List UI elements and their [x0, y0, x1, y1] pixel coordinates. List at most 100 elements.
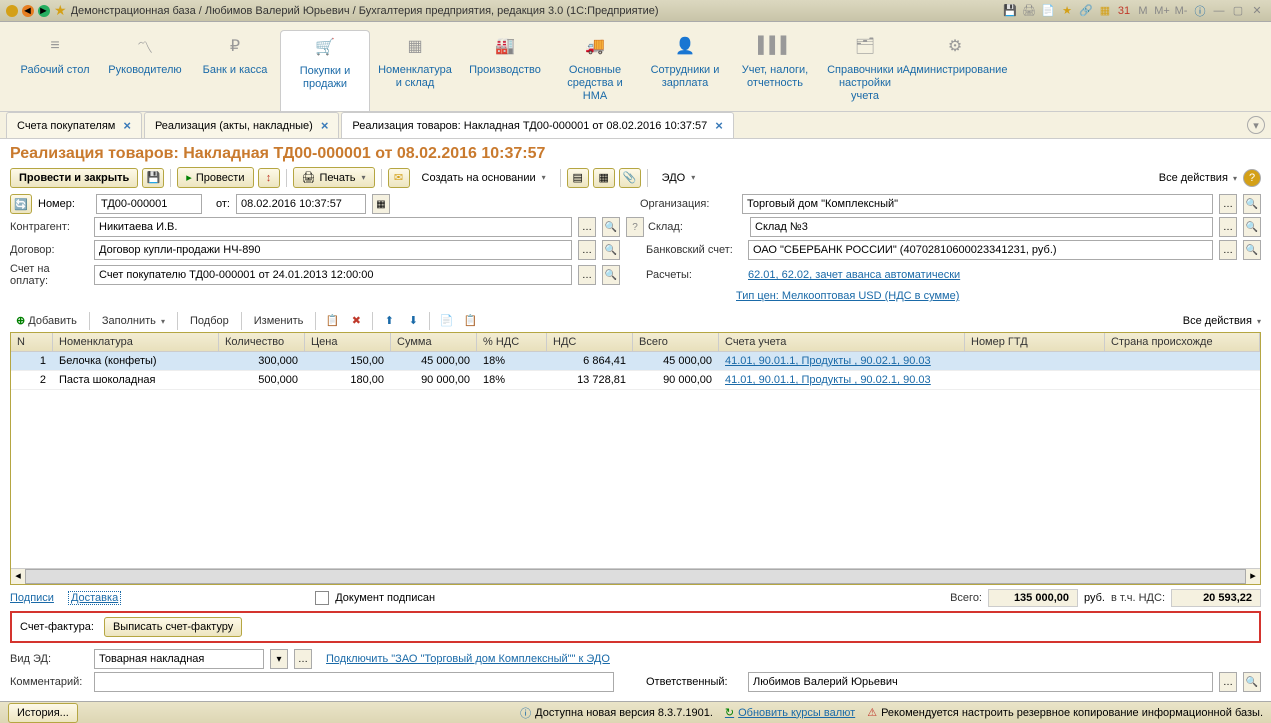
col-vatpct[interactable]: % НДС	[477, 333, 547, 351]
search-button[interactable]: 🔍	[602, 217, 620, 237]
calc-link[interactable]: 62.01, 62.02, зачет аванса автоматически	[748, 269, 960, 281]
report-button[interactable]: ▤	[567, 168, 589, 188]
refresh-button[interactable]: 🔄	[10, 194, 32, 214]
tab-close-icon[interactable]: ×	[321, 118, 329, 133]
resp-input[interactable]	[748, 672, 1213, 692]
move-down-button[interactable]: ⬇	[403, 312, 423, 330]
paste-button[interactable]: 📋	[460, 312, 480, 330]
save-button[interactable]: 💾	[142, 168, 164, 188]
dropdown-button[interactable]: ▾	[270, 649, 288, 669]
change-button[interactable]: Изменить	[248, 312, 310, 330]
nav-bank[interactable]: ₽Банк и касса	[190, 30, 280, 111]
select-button[interactable]: …	[1219, 240, 1237, 260]
nav-production[interactable]: 🏭Производство	[460, 30, 550, 111]
store-input[interactable]	[750, 217, 1213, 237]
grid-body[interactable]: 1 Белочка (конфеты) 300,000 150,00 45 00…	[11, 352, 1260, 568]
move-up-button[interactable]: ⬆	[379, 312, 399, 330]
doc-icon[interactable]: 📄	[1040, 3, 1056, 19]
dtct-button[interactable]: ↕	[258, 168, 280, 188]
comment-input[interactable]	[94, 672, 614, 692]
search-button[interactable]: 🔍	[602, 265, 620, 285]
minimize-icon[interactable]: —	[1211, 3, 1227, 19]
create-base-button[interactable]: Создать на основании▾	[414, 169, 554, 187]
back-icon[interactable]: ◄	[22, 5, 34, 17]
col-price[interactable]: Цена	[305, 333, 391, 351]
col-acc[interactable]: Счета учета	[719, 333, 965, 351]
nav-assets[interactable]: 🚚Основные средства и НМА	[550, 30, 640, 111]
star-icon[interactable]: ★	[1059, 3, 1075, 19]
nav-sales[interactable]: 🛒Покупки и продажи	[280, 30, 370, 111]
post-close-button[interactable]: Провести и закрыть	[10, 168, 138, 188]
history-button[interactable]: История...	[8, 703, 78, 723]
nav-desktop[interactable]: ≡Рабочий стол	[10, 30, 100, 111]
search-button[interactable]: 🔍	[1243, 672, 1261, 692]
date-input[interactable]	[236, 194, 366, 214]
calc-icon[interactable]: ▦	[1097, 3, 1113, 19]
select-button[interactable]: …	[294, 649, 312, 669]
maximize-icon[interactable]: ▢	[1230, 3, 1246, 19]
calendar-icon[interactable]: 31	[1116, 3, 1132, 19]
invoice-input[interactable]	[94, 265, 572, 285]
list-button[interactable]: ▦	[593, 168, 615, 188]
tab-2[interactable]: Реализация товаров: Накладная ТД00-00000…	[341, 112, 733, 138]
tab-close-icon[interactable]: ×	[123, 118, 131, 133]
all-actions-button[interactable]: Все действия ▾	[1183, 315, 1261, 327]
col-vat[interactable]: НДС	[547, 333, 633, 351]
select-button[interactable]: …	[1219, 194, 1237, 214]
ed-input[interactable]	[94, 649, 264, 669]
close-icon[interactable]: ✕	[1249, 3, 1265, 19]
nav-stock[interactable]: ▦Номенклатура и склад	[370, 30, 460, 111]
org-input[interactable]	[742, 194, 1213, 214]
search-button[interactable]: 🔍	[1243, 240, 1261, 260]
tabs-menu-icon[interactable]: ▾	[1247, 116, 1265, 134]
help-button[interactable]: ?	[626, 217, 644, 237]
signatures-link[interactable]: Подписи	[10, 592, 54, 604]
edo-connect-link[interactable]: Подключить "ЗАО "Торговый дом Комплексны…	[326, 653, 610, 665]
info-icon[interactable]: ⓘ	[1192, 3, 1208, 19]
create-invoice-button[interactable]: Выписать счет-фактуру	[104, 617, 242, 637]
print-icon[interactable]: 🖨	[1021, 3, 1037, 19]
col-country[interactable]: Страна происхожде	[1105, 333, 1260, 351]
help-icon[interactable]: ?	[1243, 169, 1261, 187]
bank-input[interactable]	[748, 240, 1213, 260]
mail-button[interactable]: ✉	[388, 168, 410, 188]
search-button[interactable]: 🔍	[1243, 194, 1261, 214]
col-n[interactable]: N	[11, 333, 53, 351]
nav-hr[interactable]: 👤Сотрудники и зарплата	[640, 30, 730, 111]
favorite-icon[interactable]: ★	[54, 2, 67, 19]
delivery-link[interactable]: Доставка	[68, 591, 121, 605]
col-total[interactable]: Всего	[633, 333, 719, 351]
calendar-button[interactable]: ▦	[372, 194, 390, 214]
copy-button[interactable]: 📋	[322, 312, 342, 330]
contract-input[interactable]	[94, 240, 572, 260]
select-button[interactable]: Подбор	[184, 312, 235, 330]
save-icon[interactable]: 💾	[1002, 3, 1018, 19]
col-gtd[interactable]: Номер ГТД	[965, 333, 1105, 351]
search-button[interactable]: 🔍	[602, 240, 620, 260]
add-button[interactable]: ⊕ Добавить	[10, 311, 83, 330]
tab-close-icon[interactable]: ×	[715, 118, 723, 133]
number-input[interactable]	[96, 194, 202, 214]
all-actions-button[interactable]: Все действия ▾	[1159, 172, 1237, 184]
tab-1[interactable]: Реализация (акты, накладные)×	[144, 112, 339, 138]
counter-input[interactable]	[94, 217, 572, 237]
select-button[interactable]: …	[1219, 217, 1237, 237]
price-type-link[interactable]: Тип цен: Мелкооптовая USD (НДС в сумме)	[736, 290, 959, 302]
col-sum[interactable]: Сумма	[391, 333, 477, 351]
tab-0[interactable]: Счета покупателям×	[6, 112, 142, 138]
print-button[interactable]: 🖨 Печать▾	[293, 167, 375, 188]
mplus-btn[interactable]: M+	[1154, 3, 1170, 19]
select-button[interactable]: …	[578, 240, 596, 260]
edo-button[interactable]: ЭДО▾	[654, 169, 704, 187]
delete-button[interactable]: ✖	[346, 312, 366, 330]
forward-icon[interactable]: ►	[38, 5, 50, 17]
signed-checkbox[interactable]	[315, 591, 329, 605]
attach-button[interactable]: 📎	[619, 168, 641, 188]
nav-refs[interactable]: 🗂Справочники и настройки учета	[820, 30, 910, 111]
nav-admin[interactable]: ⚙Администрирование	[910, 30, 1000, 111]
nav-manager[interactable]: 〽Руководителю	[100, 30, 190, 111]
select-button[interactable]: …	[1219, 672, 1237, 692]
search-button[interactable]: 🔍	[1243, 217, 1261, 237]
fill-button[interactable]: Заполнить ▾	[96, 312, 171, 330]
table-row[interactable]: 2 Паста шоколадная 500,000 180,00 90 000…	[11, 371, 1260, 390]
